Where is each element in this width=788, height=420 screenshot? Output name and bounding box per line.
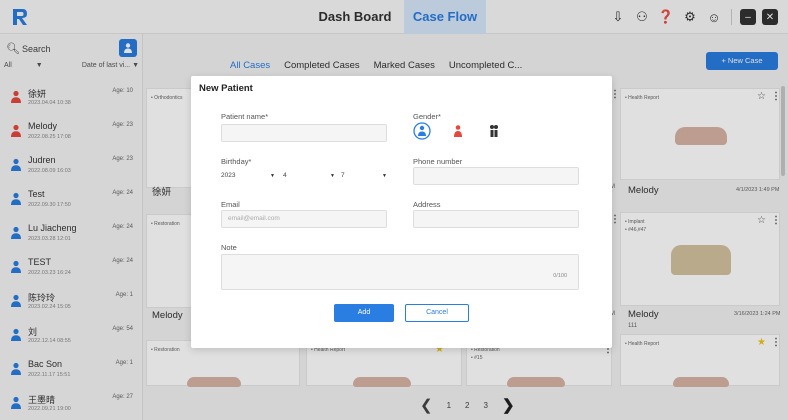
birthday-year-select[interactable]: 2023 ▼ xyxy=(221,167,275,185)
birthday-day-select[interactable]: 7 ▼ xyxy=(341,167,387,185)
female-gender-icon[interactable] xyxy=(449,122,467,140)
birthday-month-select[interactable]: 4 ▼ xyxy=(283,167,335,185)
other-gender-icon[interactable] xyxy=(485,122,503,140)
patient-name-label: Patient name* xyxy=(221,112,269,121)
cancel-button[interactable]: Cancel xyxy=(405,304,469,322)
chevron-down-icon: ▼ xyxy=(270,173,275,179)
note-char-counter: 0/100 xyxy=(553,273,567,279)
chevron-down-icon: ▼ xyxy=(382,173,387,179)
address-label: Address xyxy=(413,200,441,209)
email-field[interactable]: email@email.com xyxy=(221,210,387,228)
birthday-year-value: 2023 xyxy=(221,172,236,179)
dialog-title: New Patient xyxy=(199,83,253,94)
new-patient-dialog: New Patient Patient name* Gender* Birthd… xyxy=(191,76,612,348)
phone-field[interactable] xyxy=(413,167,579,185)
male-gender-icon[interactable] xyxy=(413,122,431,140)
birthday-day-value: 7 xyxy=(341,172,345,179)
add-button[interactable]: Add xyxy=(334,304,394,322)
birthday-label: Birthday* xyxy=(221,157,252,166)
chevron-down-icon: ▼ xyxy=(330,173,335,179)
address-field[interactable] xyxy=(413,210,579,228)
phone-label: Phone number xyxy=(413,157,463,166)
patient-name-field[interactable] xyxy=(221,124,387,142)
note-label: Note xyxy=(221,243,237,252)
note-textarea[interactable]: 0/100 xyxy=(221,254,579,290)
gender-label: Gender* xyxy=(413,112,441,121)
birthday-month-value: 4 xyxy=(283,172,287,179)
email-label: Email xyxy=(221,200,240,209)
